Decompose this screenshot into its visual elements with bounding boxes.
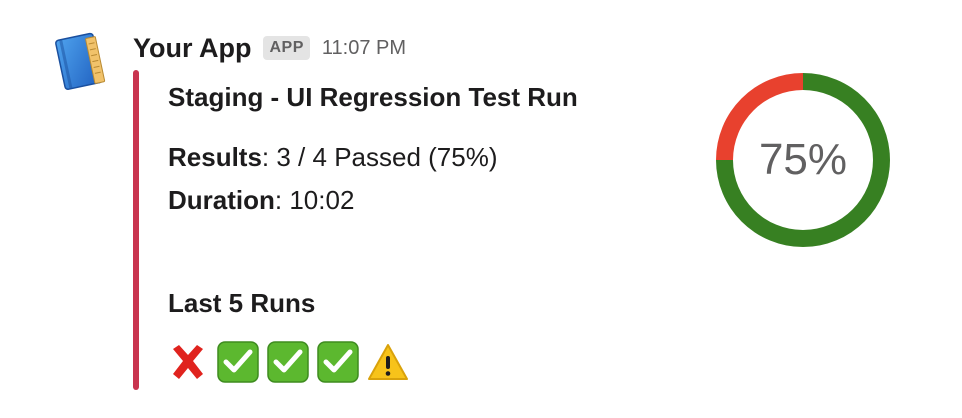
warning-icon bbox=[368, 344, 408, 380]
attachment-title: Staging - UI Regression Test Run bbox=[168, 82, 578, 112]
attachment-accent-bar bbox=[133, 70, 139, 390]
last-runs-label: Last 5 Runs bbox=[168, 288, 316, 318]
app-badge: APP bbox=[263, 36, 310, 60]
message-header: Your App APP 11:07 PM bbox=[133, 30, 406, 66]
results-separator: : bbox=[261, 142, 277, 172]
results-field: Results: 3 / 4 Passed (75%) bbox=[168, 142, 498, 173]
pass-check-icon bbox=[267, 341, 309, 383]
sender-name[interactable]: Your App bbox=[133, 33, 251, 64]
duration-value: 10:02 bbox=[289, 185, 355, 215]
pass-rate-label: 75% bbox=[759, 135, 847, 184]
results-label: Results bbox=[168, 142, 262, 172]
app-avatar[interactable] bbox=[50, 30, 112, 92]
pass-check-icon bbox=[317, 341, 359, 383]
fail-x-icon bbox=[173, 345, 203, 379]
results-value: 3 / 4 Passed (75%) bbox=[276, 142, 498, 172]
duration-field: Duration: 10:02 bbox=[168, 185, 354, 216]
duration-label: Duration bbox=[168, 185, 275, 215]
duration-separator: : bbox=[274, 185, 290, 215]
message-time[interactable]: 11:07 PM bbox=[322, 37, 406, 60]
last-runs-list bbox=[166, 340, 410, 384]
pass-check-icon bbox=[217, 341, 259, 383]
pass-rate-donut-chart[interactable]: 75% bbox=[715, 72, 891, 248]
